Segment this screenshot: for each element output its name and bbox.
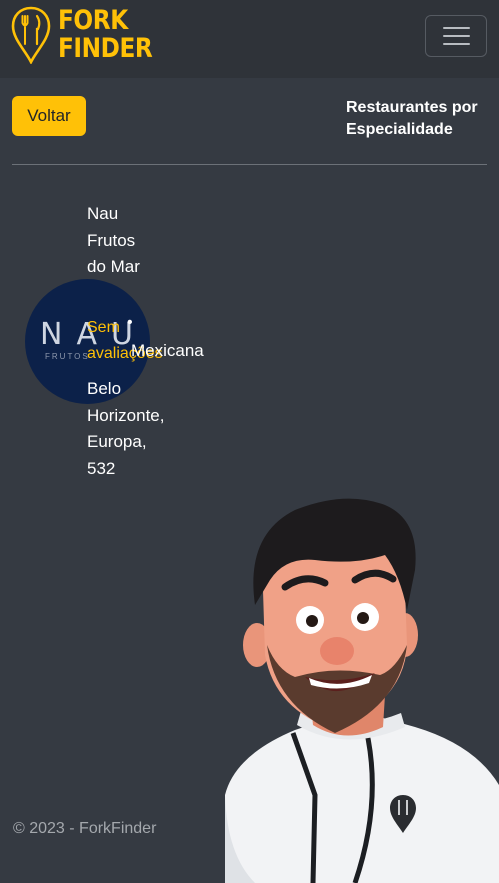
page-title: Restaurantes por Especialidade — [346, 99, 478, 138]
restaurant-cuisine: Mexicana — [131, 341, 204, 360]
chef-mascot-illustration — [225, 498, 499, 883]
brand-logo-link[interactable]: FORK FINDER — [11, 6, 168, 64]
navbar: FORK FINDER — [0, 0, 499, 78]
brand-name-line2: FINDER — [58, 33, 153, 64]
fork-knife-pin-icon — [11, 6, 51, 64]
restaurant-name-link[interactable]: Nau Frutos do Mar — [87, 201, 147, 281]
restaurant-address: Belo Horizonte, Europa, 532 — [87, 379, 165, 478]
hamburger-bar — [443, 35, 470, 37]
brand-name: FORK FINDER — [58, 5, 153, 64]
hamburger-bar — [443, 43, 470, 45]
restaurant-logo-subtext: FRUTOS — [45, 352, 90, 361]
divider — [12, 164, 487, 165]
navbar-toggle-button[interactable] — [425, 15, 487, 57]
back-button[interactable]: Voltar — [12, 96, 86, 136]
footer-copyright: © 2023 - ForkFinder — [13, 820, 157, 837]
list-bullet: • — [127, 314, 133, 331]
page: FORK FINDER Voltar Restaurantes por Espe… — [0, 0, 499, 883]
hamburger-menu-icon — [443, 27, 470, 29]
brand-name-line1: FORK — [58, 5, 128, 36]
